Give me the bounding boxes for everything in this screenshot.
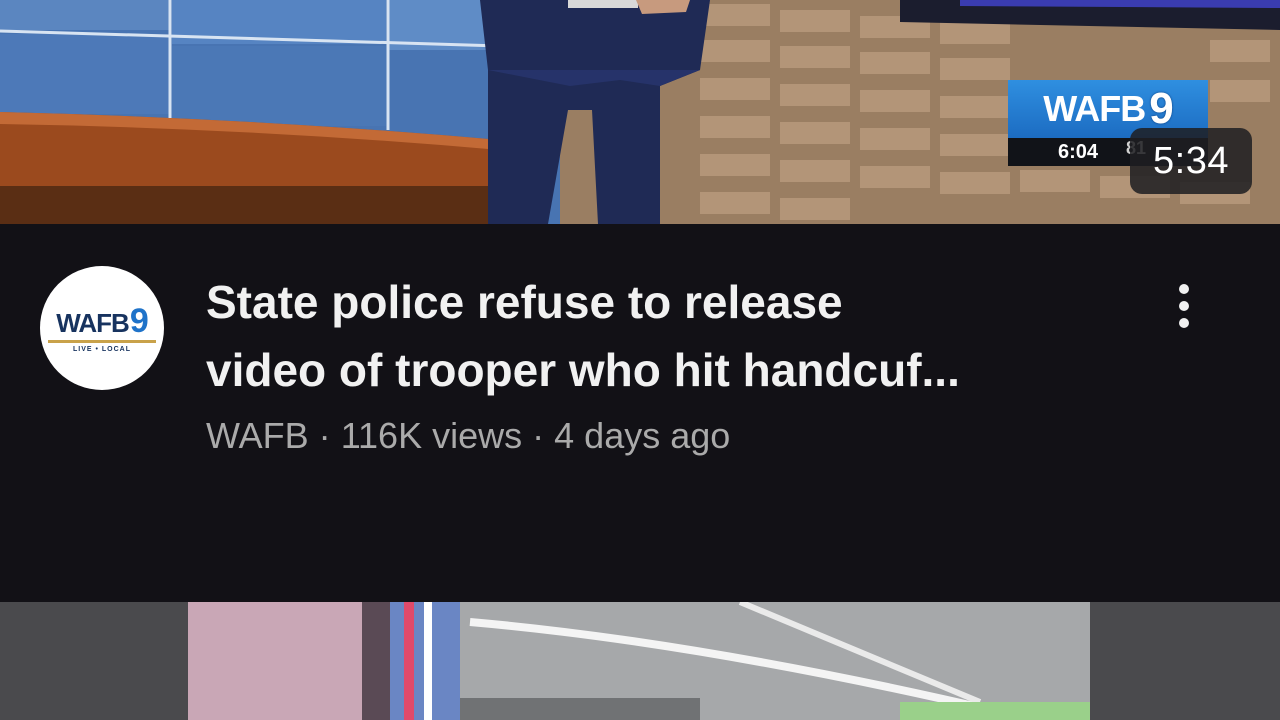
meta-separator: · (318, 415, 331, 456)
video-title-line-1: State police refuse to release (206, 276, 843, 328)
meta-separator: · (532, 415, 545, 456)
channel-logo-text: WAFB (56, 308, 130, 338)
station-logo-number: 9 (1149, 84, 1174, 133)
channel-logo-underline (48, 340, 156, 343)
more-options-button[interactable] (1160, 274, 1208, 338)
video-title[interactable]: State police refuse to release video of … (206, 268, 1126, 404)
channel-logo-number: 9 (129, 302, 149, 340)
channel-logo: WAFB9 (40, 302, 164, 341)
channel-logo-tagline: LIVE • LOCAL (72, 346, 131, 353)
youtube-feed: WAFB9 6:04 81 5:34 WAFB9 LIVE • LOCAL St… (0, 0, 1280, 720)
video-metadata: WAFB · 116K views · 4 days ago (206, 412, 730, 460)
video-duration-badge: 5:34 (1130, 128, 1252, 194)
view-count: 116K views (340, 415, 523, 456)
video-thumbnail[interactable]: WAFB9 6:04 81 5:34 (0, 0, 1280, 224)
video-details: WAFB9 LIVE • LOCAL State police refuse t… (0, 224, 1280, 602)
next-video-thumbnail[interactable] (0, 602, 1280, 720)
channel-avatar[interactable]: WAFB9 LIVE • LOCAL (40, 266, 164, 390)
upload-age: 4 days ago (554, 415, 731, 456)
more-vertical-icon-dot (1179, 318, 1189, 328)
station-logo-text: WAFB (1043, 88, 1146, 129)
more-vertical-icon (1179, 284, 1189, 294)
more-vertical-icon-dot (1179, 301, 1189, 311)
video-title-line-2: video of trooper who hit handcuf... (206, 344, 960, 396)
next-thumbnail-image (0, 602, 1280, 720)
channel-name[interactable]: WAFB (206, 415, 309, 456)
